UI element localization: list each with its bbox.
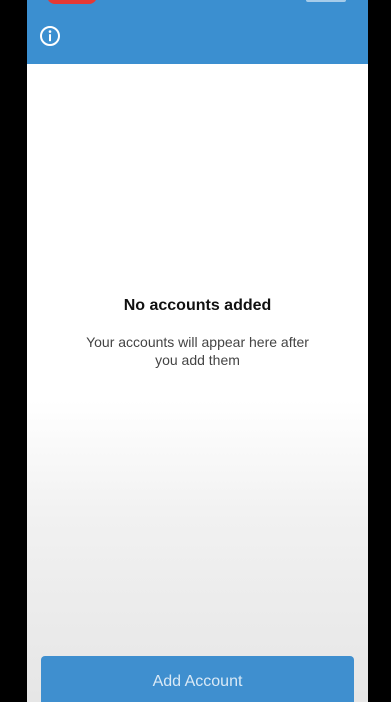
empty-state-title: No accounts added: [123, 297, 272, 314]
app-header: [27, 0, 368, 64]
status-bar-indicator: [47, 0, 97, 4]
info-glyph: [48, 30, 52, 42]
info-icon[interactable]: [40, 26, 60, 46]
empty-state-message: Your accounts will appear here after you…: [86, 334, 309, 368]
app-screen: No accounts added Your accounts will app…: [27, 0, 368, 702]
add-account-button[interactable]: Add Account: [41, 656, 354, 702]
status-bar-icons: [306, 0, 346, 2]
